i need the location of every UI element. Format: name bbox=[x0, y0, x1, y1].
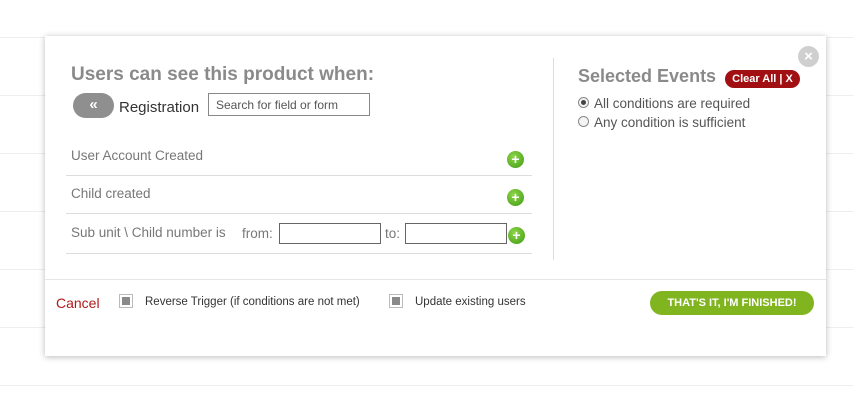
update-existing-label: Update existing users bbox=[415, 296, 526, 308]
from-label: from: bbox=[242, 226, 273, 241]
add-condition-icon[interactable]: + bbox=[507, 151, 524, 168]
cancel-link[interactable]: Cancel bbox=[56, 295, 100, 311]
any-condition-radio[interactable] bbox=[578, 116, 589, 127]
source-label: Registration bbox=[119, 99, 200, 116]
clear-all-button[interactable]: Clear All | X bbox=[725, 70, 800, 88]
update-existing-checkbox[interactable] bbox=[389, 294, 403, 308]
add-condition-icon[interactable]: + bbox=[507, 189, 524, 206]
add-condition-icon[interactable]: + bbox=[508, 227, 525, 244]
background-divider bbox=[0, 385, 853, 386]
close-icon[interactable]: × bbox=[798, 46, 819, 67]
conditions-title: Users can see this product when: bbox=[71, 64, 375, 85]
to-number-input[interactable] bbox=[405, 223, 507, 244]
finish-button[interactable]: THAT'S IT, I'M FINISHED! bbox=[650, 291, 814, 315]
condition-row: Child created bbox=[66, 175, 532, 214]
from-number-input[interactable] bbox=[279, 223, 381, 244]
reverse-trigger-checkbox[interactable] bbox=[119, 294, 133, 308]
condition-label: Child created bbox=[71, 186, 151, 201]
panel-divider bbox=[553, 58, 554, 260]
back-button[interactable]: « bbox=[73, 93, 114, 118]
reverse-trigger-label: Reverse Trigger (if conditions are not m… bbox=[145, 296, 360, 308]
all-conditions-label: All conditions are required bbox=[594, 96, 751, 111]
condition-row: User Account Created bbox=[66, 137, 532, 176]
selected-events-title: Selected Events bbox=[578, 66, 717, 86]
any-condition-label: Any condition is sufficient bbox=[594, 115, 746, 130]
search-field-input[interactable] bbox=[208, 93, 370, 116]
to-label: to: bbox=[385, 226, 401, 241]
condition-label: Sub unit \ Child number is bbox=[71, 225, 226, 240]
condition-label: User Account Created bbox=[71, 148, 204, 163]
footer-divider bbox=[45, 279, 826, 280]
all-conditions-radio[interactable] bbox=[578, 97, 589, 108]
